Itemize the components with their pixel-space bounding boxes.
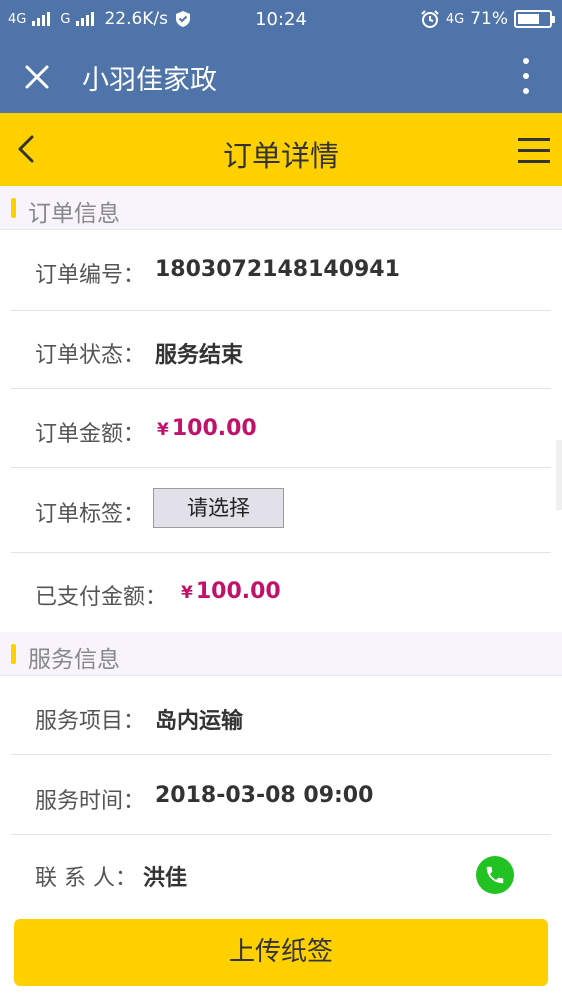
app-bar: 小羽佳家政 [0,40,562,113]
order-amount-number: 100.00 [171,416,257,441]
phone-icon [486,866,504,884]
order-info-section-header: 订单信息 [0,186,562,230]
more-options-button[interactable] [520,58,532,94]
paid-amount-row: 已支付金额： ¥100.00 [0,553,562,631]
currency-symbol: ¥ [181,583,193,603]
order-number-row: 订单编号： 1803072148140941 [0,231,562,311]
service-item-value: 岛内运输 [155,709,244,734]
upload-paper-sign-button[interactable]: 上传纸签 [14,919,548,986]
close-button[interactable] [14,54,60,100]
contact-label: 联 系 人： [35,866,137,891]
paid-amount-value: ¥100.00 [181,579,281,604]
section-marker [11,644,16,664]
call-button[interactable] [476,856,514,894]
order-status-row: 订单状态： 服务结束 [0,311,562,389]
order-amount-label: 订单金额： [35,422,146,447]
service-time-label: 服务时间： [35,789,146,814]
status-bar: 4G G 22.6K/s 10:24 4G 71% [0,0,562,40]
service-info-section-header: 服务信息 [0,632,562,676]
scrollbar-track [556,440,562,510]
app-screen: 4G G 22.6K/s 10:24 4G 71% 小羽佳家政 订单详情 订单信… [0,0,562,1000]
currency-symbol: ¥ [157,420,169,440]
more-vertical-icon [523,58,529,64]
menu-icon [518,137,550,141]
service-time-row: 服务时间： 2018-03-08 09:00 [0,755,562,835]
order-number-label: 订单编号： [35,263,146,288]
alarm-icon [421,10,439,28]
app-title: 小羽佳家政 [82,65,217,96]
order-info-section-title: 订单信息 [28,201,120,227]
service-time-value: 2018-03-08 09:00 [155,783,374,808]
contact-value: 洪佳 [143,866,188,891]
service-info-section-title: 服务信息 [28,647,120,673]
order-tag-select[interactable]: 请选择 [153,488,284,528]
order-status-label: 订单状态： [35,343,146,368]
section-marker [11,198,16,218]
service-item-label: 服务项目： [35,709,146,734]
page-title: 订单详情 [222,139,339,173]
order-amount-row: 订单金额： ¥100.00 [0,389,562,468]
contact-row: 联 系 人： 洪佳 [0,835,562,907]
order-tag-label: 订单标签： [35,502,146,527]
paid-amount-number: 100.00 [195,579,281,604]
order-number-value: 1803072148140941 [155,257,400,282]
paid-amount-label: 已支付金额： [35,585,168,610]
battery-percent: 71% [470,9,508,29]
order-status-value: 服务结束 [155,343,244,368]
network-type-label-3: 4G [445,11,465,27]
close-icon [25,65,49,89]
battery-icon [514,10,555,28]
menu-button[interactable] [518,130,552,170]
page-header: 订单详情 [0,113,562,186]
order-amount-value: ¥100.00 [157,416,257,441]
order-tag-row: 订单标签： 请选择 [0,468,562,553]
service-item-row: 服务项目： 岛内运输 [0,677,562,755]
